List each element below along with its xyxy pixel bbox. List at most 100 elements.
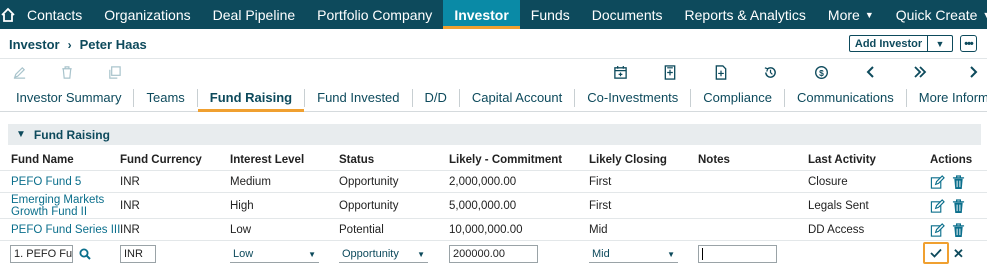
add-investor-button[interactable]: Add Investor ▼	[849, 35, 953, 52]
tab-fund-invested[interactable]: Fund Invested	[304, 88, 413, 107]
interest-level: Low	[230, 223, 252, 236]
tab-teams[interactable]: Teams	[134, 88, 198, 107]
page-header: Investor › Peter Haas Add Investor ▼ •••	[0, 29, 987, 59]
table-header-row: Fund Name Fund Currency Interest Level S…	[0, 150, 987, 171]
likely-commitment: 5,000,000.00	[449, 199, 517, 212]
tab-compliance[interactable]: Compliance	[691, 88, 785, 107]
chevron-down-icon: ▼	[982, 9, 987, 20]
fund-name-link[interactable]: PEFO Fund 5	[11, 171, 81, 192]
nav-organizations[interactable]: Organizations	[93, 0, 201, 29]
tab-capital-account[interactable]: Capital Account	[460, 88, 576, 107]
chevron-down-icon: ▼	[864, 9, 874, 20]
tab-more-information[interactable]: More Information	[907, 89, 987, 107]
nav-more[interactable]: More ▼	[817, 0, 885, 29]
chevron-down-icon: ▼	[417, 250, 425, 259]
search-icon[interactable]	[77, 246, 93, 262]
likely-closing: First	[589, 175, 612, 188]
interest-level-select[interactable]: Low ▼	[230, 245, 319, 263]
nav-funds[interactable]: Funds	[520, 0, 581, 29]
status-select[interactable]: Opportunity ▼	[339, 245, 428, 263]
breadcrumb-root[interactable]: Investor	[9, 37, 60, 52]
col-status: Status	[339, 154, 375, 166]
edit-icon[interactable]	[929, 174, 945, 190]
tab-investor-summary[interactable]: Investor Summary	[0, 88, 135, 107]
col-notes: Notes	[698, 154, 730, 166]
delete-icon[interactable]	[950, 222, 966, 238]
tab-fund-raising[interactable]: Fund Raising	[197, 84, 305, 112]
last-activity: Closure	[808, 175, 848, 188]
table-row: PEFO Fund Series III INR Low Potential 1…	[0, 219, 987, 241]
copy-icon[interactable]	[105, 63, 123, 81]
likely-closing: First	[589, 199, 612, 212]
col-actions: Actions	[930, 154, 973, 166]
nav-quick-create-label: Quick Create	[895, 6, 978, 23]
col-last-activity: Last Activity	[808, 154, 876, 166]
breadcrumb: Investor › Peter Haas	[9, 37, 147, 52]
col-fund-currency: Fund Currency	[120, 154, 202, 166]
more-options-button[interactable]: •••	[960, 35, 977, 52]
chevron-down-icon[interactable]: ▼	[16, 129, 26, 140]
status: Potential	[339, 223, 384, 236]
likely-commitment: 10,000,000.00	[449, 223, 523, 236]
col-interest-level: Interest Level	[230, 154, 305, 166]
nav-reports-analytics[interactable]: Reports & Analytics	[674, 0, 817, 29]
note-add-icon[interactable]	[661, 63, 679, 81]
last-activity: Legals Sent	[808, 199, 869, 212]
table-row: Emerging Markets Growth Fund II INR High…	[0, 193, 987, 219]
last-record-icon[interactable]	[911, 63, 929, 81]
closing-value: Mid	[592, 247, 610, 260]
fund-currency: INR	[120, 223, 140, 236]
breadcrumb-current: Peter Haas	[79, 37, 147, 52]
save-button[interactable]	[923, 242, 949, 264]
record-toolbar: $	[0, 60, 987, 84]
currency-icon[interactable]: $	[812, 63, 830, 81]
likely-closing: Mid	[589, 223, 608, 236]
fund-name-input[interactable]: 1. PEFO Fu	[10, 245, 73, 263]
next-record-icon[interactable]	[964, 63, 982, 81]
nav-investor[interactable]: Investor	[443, 0, 520, 29]
svg-text:$: $	[819, 67, 824, 77]
history-icon[interactable]	[761, 63, 779, 81]
nav-portfolio-company[interactable]: Portfolio Company	[306, 0, 443, 29]
fund-name-link[interactable]: Emerging Markets Growth Fund II	[11, 193, 116, 218]
record-tabs: Investor Summary Teams Fund Raising Fund…	[0, 84, 987, 112]
currency-input[interactable]: INR	[120, 245, 156, 263]
close-icon[interactable]: ✕	[953, 246, 964, 262]
fund-currency: INR	[120, 199, 140, 212]
fund-name-link[interactable]: PEFO Fund Series III	[11, 219, 120, 240]
tab-communications[interactable]: Communications	[785, 88, 907, 107]
notes-input[interactable]	[698, 245, 777, 263]
fund-raising-section-header[interactable]: ▼ Fund Raising	[8, 124, 981, 145]
edit-icon[interactable]	[929, 222, 945, 238]
edit-icon[interactable]	[929, 198, 945, 214]
delete-icon[interactable]	[950, 198, 966, 214]
chevron-down-icon: ▼	[667, 250, 675, 259]
file-add-icon[interactable]	[712, 63, 730, 81]
nav-contacts[interactable]: Contacts	[16, 0, 93, 29]
nav-quick-create[interactable]: Quick Create ▼	[885, 0, 987, 29]
nav-deal-pipeline[interactable]: Deal Pipeline	[202, 0, 307, 29]
chevron-down-icon[interactable]: ▼	[928, 36, 952, 51]
status-value: Opportunity	[342, 247, 399, 260]
home-icon[interactable]	[0, 0, 16, 29]
col-fund-name: Fund Name	[11, 154, 74, 166]
fund-currency: INR	[120, 175, 140, 188]
delete-icon[interactable]	[58, 63, 76, 81]
table-edit-row: 1. PEFO Fu INR Low ▼ Opportunity ▼ 20000…	[0, 241, 987, 267]
last-activity: DD Access	[808, 223, 865, 236]
tab-co-investments[interactable]: Co-Investments	[575, 88, 692, 107]
add-investor-label[interactable]: Add Investor	[850, 36, 928, 51]
nav-documents[interactable]: Documents	[581, 0, 674, 29]
edit-icon[interactable]	[10, 63, 28, 81]
delete-icon[interactable]	[950, 174, 966, 190]
interest-level: Medium	[230, 175, 271, 188]
calendar-icon[interactable]	[611, 63, 629, 81]
previous-record-icon[interactable]	[862, 63, 880, 81]
section-title: Fund Raising	[33, 127, 110, 142]
closing-select[interactable]: Mid ▼	[589, 245, 678, 263]
commitment-input[interactable]: 200000.00	[449, 245, 538, 263]
likely-commitment: 2,000,000.00	[449, 175, 517, 188]
nav-more-label: More	[827, 6, 860, 23]
interest-level: High	[230, 199, 254, 212]
tab-dd[interactable]: D/D	[413, 88, 460, 107]
